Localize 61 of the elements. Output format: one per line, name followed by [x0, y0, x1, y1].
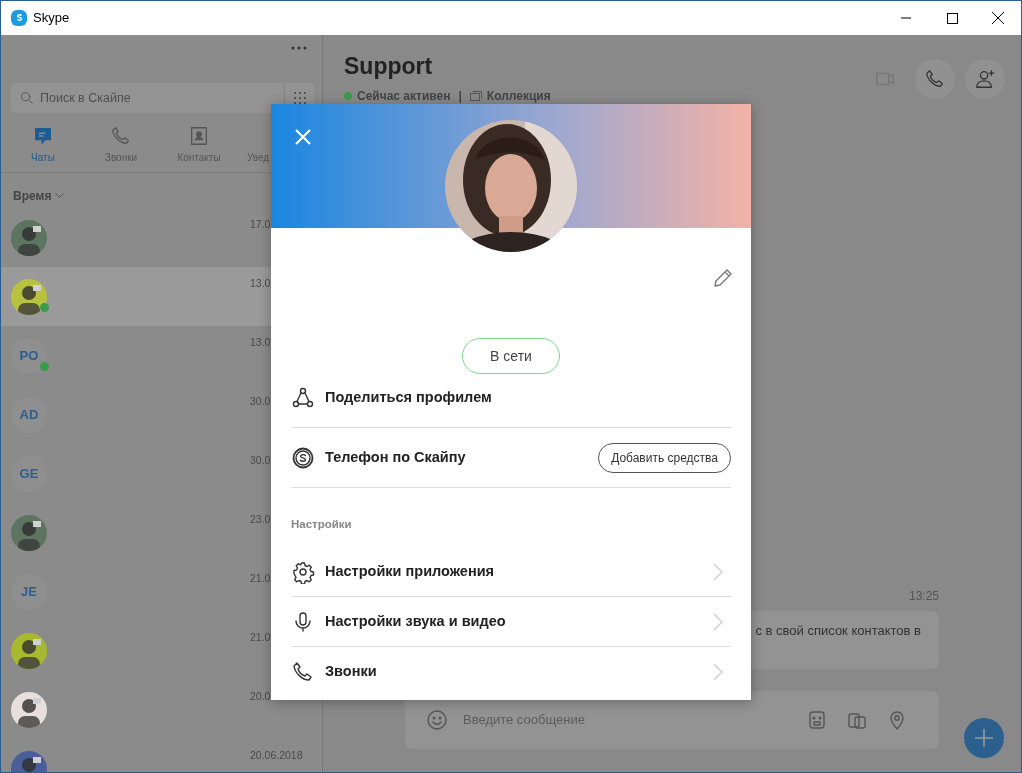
close-icon	[295, 128, 311, 145]
conversation-item[interactable]: GE 30.0	[1, 444, 322, 503]
emoji-icon[interactable]	[425, 708, 449, 733]
conversation-item[interactable]: 17.0	[1, 208, 322, 267]
chevron-icon	[713, 663, 723, 682]
nav-tab[interactable]: Чаты	[4, 125, 82, 172]
conversation-item[interactable]: 20.06.2018	[1, 739, 322, 772]
sort-dropdown[interactable]: Время	[13, 187, 65, 205]
gallery-icon[interactable]	[469, 90, 482, 102]
avatar: AD	[11, 396, 47, 433]
settings-item[interactable]: Настройки приложения	[291, 547, 731, 598]
collection-link[interactable]: Коллекция	[486, 87, 551, 105]
audio-call-button[interactable]	[915, 59, 955, 99]
message-text: с в свой список контактов в	[755, 622, 921, 640]
conversation-date: 20.0	[250, 689, 271, 704]
add-funds-button[interactable]: Добавить средства	[598, 442, 731, 473]
conversation-date: 21.0	[250, 630, 271, 645]
conversation-date: 30.0	[250, 394, 271, 409]
conversation-date: 13.0	[250, 276, 271, 291]
close-icon	[992, 12, 1004, 24]
maximize-icon	[946, 12, 958, 24]
share-icon	[291, 385, 315, 410]
avatar: GE	[11, 455, 47, 492]
window-title: Skype	[33, 9, 70, 28]
conversation-item[interactable]: PO 13.0	[1, 326, 322, 385]
conversation-item[interactable]: AD 30.0	[1, 385, 322, 444]
avatar: JE	[11, 573, 47, 610]
plus-icon	[975, 729, 993, 747]
contact-card-icon	[188, 125, 210, 147]
section-heading: Настройки	[291, 517, 353, 532]
settings-icon	[291, 559, 315, 584]
search-field[interactable]: Поиск в Скайпе	[11, 83, 284, 113]
status-button[interactable]: В сети	[462, 338, 560, 374]
avatar: PO	[11, 337, 47, 374]
chevron-down-icon	[55, 193, 65, 199]
add-contact-button[interactable]	[965, 59, 1005, 99]
chevron-icon	[713, 612, 723, 631]
phone-icon	[924, 68, 946, 90]
add-person-icon	[974, 68, 996, 90]
add-button[interactable]	[964, 718, 1004, 758]
conversation-date: 13.0	[250, 335, 271, 350]
separator: |	[458, 88, 462, 105]
more-icon[interactable]	[290, 45, 308, 51]
conversation-date: 30.0	[250, 453, 271, 468]
menu-item-label[interactable]: Поделиться профилем	[325, 386, 492, 409]
conversation-date: 23.0	[250, 512, 271, 527]
app-logo-icon	[11, 10, 27, 26]
search-icon	[19, 90, 35, 106]
presence-dot	[344, 92, 352, 100]
chat-icon	[32, 125, 54, 147]
presence-status: Сейчас активен	[357, 88, 451, 105]
dialpad-icon	[293, 92, 306, 104]
menu-item-label[interactable]: Телефон по Скайпу	[325, 446, 466, 469]
skype-icon	[291, 445, 315, 470]
settings-item[interactable]: Настройки звука и видео	[291, 597, 731, 648]
conversation-date: 21.0	[250, 571, 271, 586]
chevron-icon	[713, 562, 723, 581]
phone-icon	[110, 125, 132, 147]
conversation-date: 20.06.2018	[250, 748, 303, 763]
conversation-date: 17.0	[250, 217, 271, 232]
chat-title: Support	[344, 52, 434, 81]
